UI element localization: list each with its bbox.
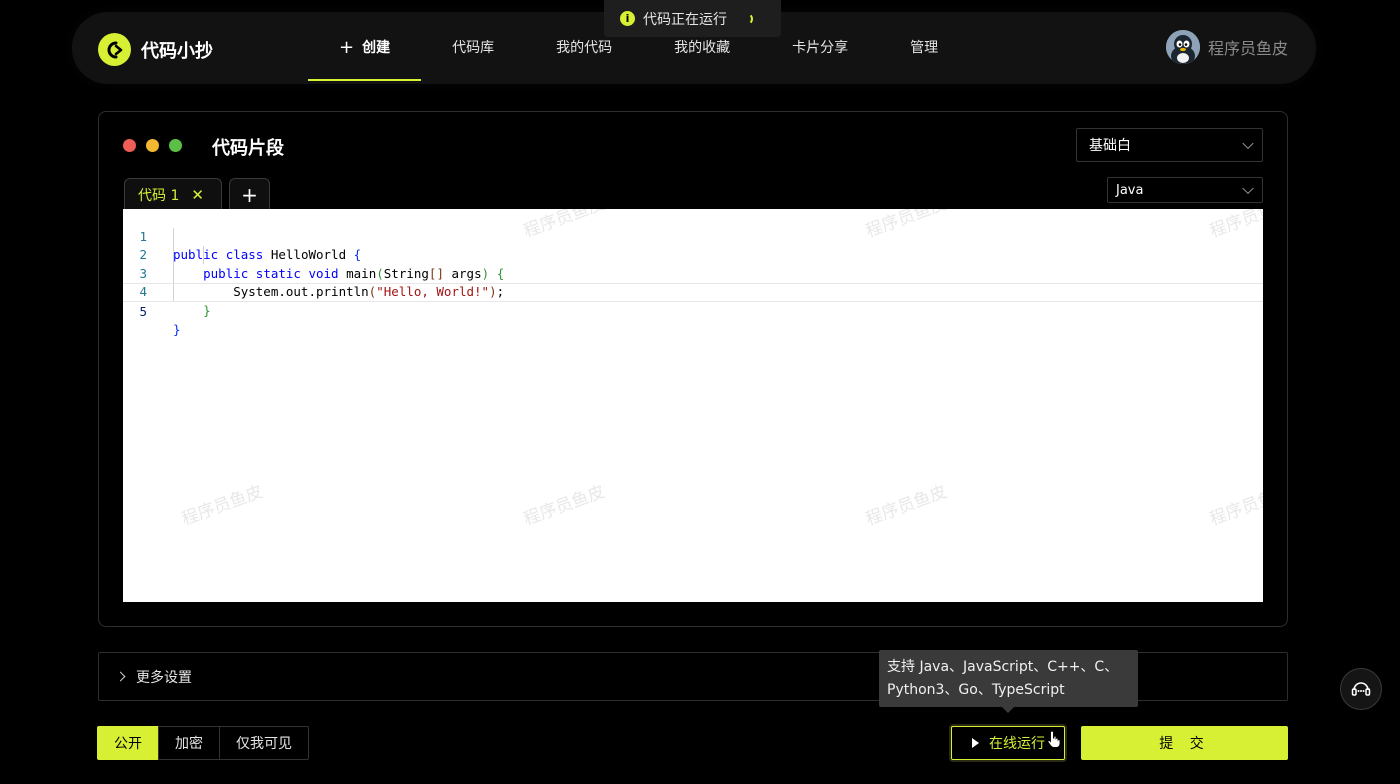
watermark: 程序员鱼皮 [1206,481,1263,530]
panel-title: 代码片段 [212,138,284,159]
code-text: } [173,322,181,337]
tooltip-line-2: Python3、Go、TypeScript [887,682,1065,698]
code-text: } [203,302,211,318]
logo-text: 代码小抄 [141,40,213,62]
nav-code-library-label: 代码库 [452,40,495,56]
yellow-dot-icon [146,139,159,152]
chevron-down-icon [1242,137,1254,150]
more-settings-label: 更多设置 [136,669,192,686]
code-line: 1 public class HelloWorld { [123,209,1263,263]
language-select-value: Java [1116,182,1144,198]
user-name: 程序员鱼皮 [1207,39,1288,58]
running-toast: i 代码正在运行 [604,0,781,37]
run-online-label: 在线运行 [989,736,1045,752]
close-icon[interactable]: ✕ [191,186,204,204]
tab-label: 代码 1 [138,187,180,204]
toast-text: 代码正在运行 [643,11,727,28]
chevron-right-icon [115,671,126,682]
tab-code-1[interactable]: 代码 1 ✕ [124,178,222,210]
logo-icon [98,33,131,66]
nav-code-library[interactable]: 代码库 [421,12,525,82]
visibility-selector: 公开 加密 仅我可见 [97,726,309,760]
run-tooltip: 支持 Java、JavaScript、C++、C、 Python3、Go、Typ… [879,650,1138,713]
theme-select[interactable]: 基础白 [1076,128,1263,162]
green-dot-icon [169,139,182,152]
user-menu[interactable]: 程序员鱼皮 [1165,30,1288,64]
hand-cursor-icon [1047,730,1061,748]
nav-card-share-label: 卡片分享 [792,40,849,56]
submit-button[interactable]: 提 交 [1081,726,1288,760]
code-snippet-panel: 代码片段 基础白 Java 代码 1 ✕ + 程序员鱼皮 程序员鱼皮 程序员鱼皮… [98,111,1288,627]
nav-create-label: 创建 [362,40,391,56]
nav-admin[interactable]: 管理 [879,12,969,82]
add-tab-button[interactable]: + [229,178,270,210]
language-select[interactable]: Java [1107,177,1263,203]
nav-my-favorites-label: 我的收藏 [674,40,731,56]
play-icon [972,738,979,748]
code-line: 3 System.out.println("Hello, World!"); [123,246,1263,300]
watermark: 程序员鱼皮 [862,481,950,530]
line-number: 5 [139,303,147,319]
code-line: 4 } [123,265,1263,318]
visibility-private[interactable]: 仅我可见 [219,726,309,760]
headset-icon [1351,682,1371,696]
nav-my-code-label: 我的代码 [556,40,613,56]
loading-spinner-icon [741,12,753,25]
customer-support-button[interactable] [1340,668,1382,710]
red-dot-icon [123,139,136,152]
watermark: 程序员鱼皮 [520,481,608,530]
code-editor[interactable]: 程序员鱼皮 程序员鱼皮 程序员鱼皮 程序员鱼皮 程序员鱼皮 程序员鱼皮 程序员鱼… [123,209,1263,602]
window-controls [123,139,182,152]
nav-admin-label: 管理 [910,40,939,56]
code-line-current: 5 } [123,283,1263,337]
nav-create[interactable]: + 创建 [308,12,422,82]
theme-select-value: 基础白 [1089,138,1131,154]
visibility-encrypted[interactable]: 加密 [158,726,220,760]
plus-icon: + [339,36,355,58]
avatar [1165,30,1200,64]
chevron-down-icon [1242,182,1254,195]
logo[interactable]: 代码小抄 [98,33,213,66]
code-line: 2 public static void main(String[] args)… [123,228,1263,281]
info-icon: i [620,11,635,26]
tooltip-line-1: 支持 Java、JavaScript、C++、C、 [887,659,1119,675]
watermark: 程序员鱼皮 [178,481,266,530]
visibility-public[interactable]: 公开 [97,726,159,760]
